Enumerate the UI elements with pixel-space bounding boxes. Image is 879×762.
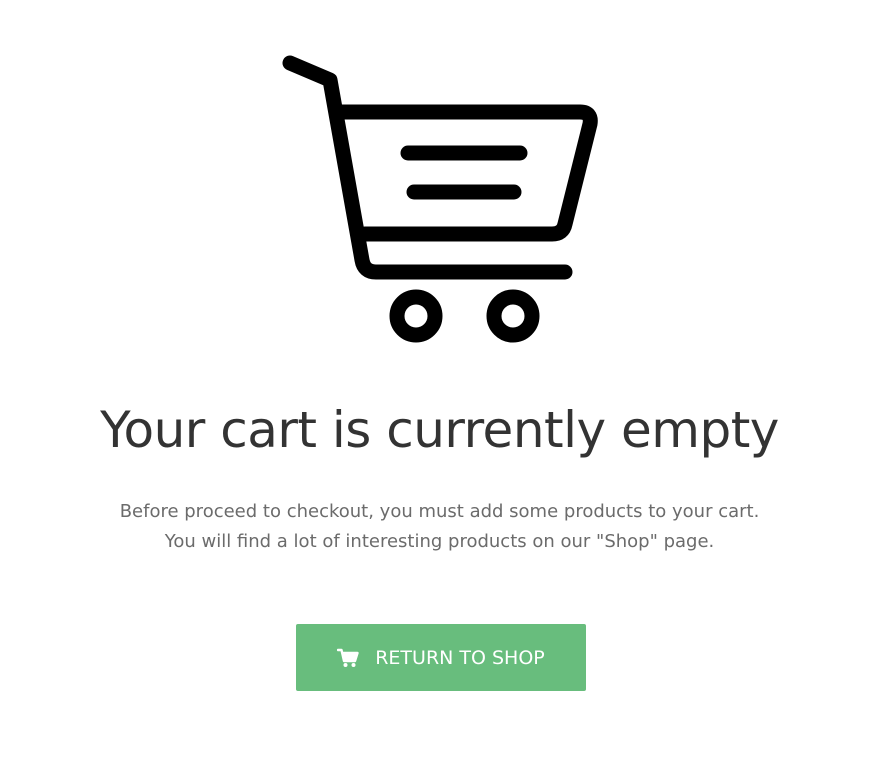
return-to-shop-label: RETURN TO SHOP xyxy=(375,646,545,669)
description-line-2: You will find a lot of interesting produ… xyxy=(164,531,715,552)
cart-icon xyxy=(337,648,359,668)
empty-cart-description: Before proceed to checkout, you must add… xyxy=(0,497,879,557)
page-title: Your cart is currently empty xyxy=(100,401,779,459)
description-line-1: Before proceed to checkout, you must add… xyxy=(119,501,760,522)
shopping-cart-icon xyxy=(280,50,610,350)
empty-cart-page: Your cart is currently empty Before proc… xyxy=(0,0,879,762)
return-to-shop-button[interactable]: RETURN TO SHOP xyxy=(296,624,586,691)
